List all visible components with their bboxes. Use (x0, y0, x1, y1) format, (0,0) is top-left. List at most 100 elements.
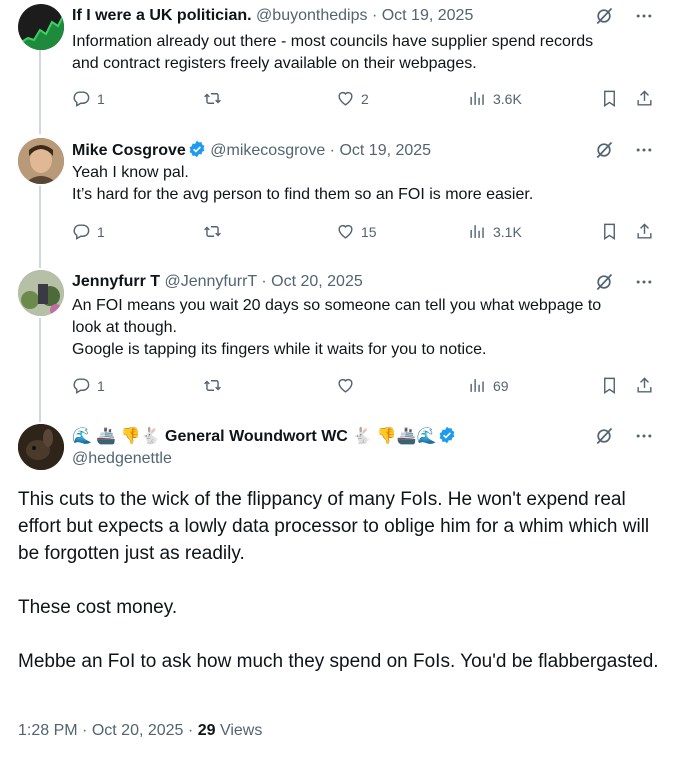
reply-count: 1 (97, 90, 105, 107)
separator: · (187, 722, 194, 739)
views-button[interactable]: 3.6K (468, 89, 522, 108)
retweet-button[interactable] (203, 222, 228, 241)
separator: · (371, 7, 378, 24)
tweet-meta: 1:28 PM · Oct 20, 2025 · 29 Views (18, 720, 262, 742)
share-button[interactable] (635, 89, 654, 108)
timestamp[interactable]: Oct 20, 2025 (271, 273, 363, 290)
paragraph: These cost money. (18, 597, 178, 618)
separator: · (82, 722, 88, 739)
separator: · (261, 273, 267, 290)
text-line: look at though. (72, 319, 177, 336)
grok-icon[interactable] (594, 140, 614, 160)
reply-tweet[interactable]: If I were a UK politician. @buyonthedips… (0, 0, 682, 120)
share-icon (635, 89, 654, 108)
grok-icon[interactable] (594, 272, 614, 292)
display-name[interactable]: General Woundwort WC (165, 428, 348, 445)
reply-tweet[interactable]: Mike Cosgrove @mikecosgrove · Oct 19, 20… (0, 138, 682, 258)
action-bar: 1 69 (72, 376, 662, 398)
main-tweet-text: This cuts to the wick of the flippancy o… (18, 486, 668, 702)
action-bar: 1 15 3.1K (72, 222, 662, 244)
retweet-icon (203, 222, 222, 241)
views-count: 69 (493, 377, 509, 394)
like-icon (336, 222, 355, 241)
display-name[interactable]: If I were a UK politician. (72, 7, 252, 24)
display-name[interactable]: Mike Cosgrove (72, 142, 186, 159)
name-emoji-suffix: 🐇 👎🚢🌊 (352, 428, 437, 445)
verified-badge-icon (188, 140, 206, 158)
views-button[interactable]: 69 (468, 376, 509, 395)
reply-icon (72, 376, 91, 395)
retweet-button[interactable] (203, 376, 228, 395)
handle[interactable]: @mikecosgrove (210, 142, 325, 159)
reply-button[interactable]: 1 (72, 89, 105, 108)
views-count: 3.1K (493, 223, 522, 240)
tweet-text: An FOI means you wait 20 days so someone… (72, 295, 652, 361)
display-name[interactable]: Jennyfurr T (72, 273, 160, 290)
views-count: 29 (197, 722, 216, 739)
separator: · (329, 142, 335, 159)
more-icon[interactable] (634, 272, 654, 292)
avatar[interactable] (18, 424, 64, 470)
reply-count: 1 (97, 377, 105, 394)
like-button[interactable]: 15 (336, 222, 377, 241)
views-button[interactable]: 3.1K (468, 222, 522, 241)
reply-icon (72, 89, 91, 108)
tweet-text: Yeah I know pal. It’s hard for the avg p… (72, 162, 652, 206)
retweet-icon (203, 376, 222, 395)
more-icon[interactable] (634, 6, 654, 26)
bookmark-icon (600, 376, 619, 395)
avatar[interactable] (18, 138, 64, 184)
text-line: Yeah I know pal. (72, 164, 189, 181)
like-button[interactable] (336, 376, 361, 395)
like-count: 2 (361, 90, 369, 107)
views-count: 3.6K (493, 90, 522, 107)
text-line: It’s hard for the avg person to find the… (72, 186, 534, 203)
handle[interactable]: @buyonthedips (256, 7, 367, 24)
text-line: Information already out there - most cou… (72, 33, 594, 50)
views-icon (468, 89, 487, 108)
timestamp[interactable]: Oct 19, 2025 (339, 142, 431, 159)
like-icon (336, 89, 355, 108)
avatar[interactable] (18, 4, 64, 50)
action-bar: 1 2 3.6K (72, 89, 662, 111)
handle[interactable]: @hedgenettle (72, 450, 172, 467)
paragraph: This cuts to the wick of the flippancy o… (18, 489, 650, 564)
like-count: 15 (361, 223, 377, 240)
bookmark-button[interactable] (600, 376, 619, 395)
share-icon (635, 222, 654, 241)
text-line: Google is tapping its fingers while it w… (72, 341, 487, 358)
views-icon (468, 222, 487, 241)
tweet-date[interactable]: Oct 20, 2025 (92, 722, 184, 739)
paragraph: Mebbe an FoI to ask how much they spend … (18, 651, 659, 672)
share-button[interactable] (635, 376, 654, 395)
verified-badge-icon (438, 426, 456, 444)
views-label: Views (219, 722, 263, 739)
bookmark-icon (600, 222, 619, 241)
reply-tweet[interactable]: Jennyfurr T @JennyfurrT · Oct 20, 2025 A… (0, 270, 682, 410)
bookmark-button[interactable] (600, 89, 619, 108)
reply-button[interactable]: 1 (72, 376, 105, 395)
share-button[interactable] (635, 222, 654, 241)
tweet-text: Information already out there - most cou… (72, 31, 652, 75)
views-icon (468, 376, 487, 395)
share-icon (635, 376, 654, 395)
like-icon (336, 376, 355, 395)
tweet-time[interactable]: 1:28 PM (18, 722, 78, 739)
more-icon[interactable] (634, 426, 654, 446)
bookmark-button[interactable] (600, 222, 619, 241)
more-icon[interactable] (634, 140, 654, 160)
grok-icon[interactable] (594, 426, 614, 446)
reply-button[interactable]: 1 (72, 222, 105, 241)
reply-count: 1 (97, 223, 105, 240)
name-emoji-prefix: 🌊 🚢 👎🐇 (72, 428, 161, 445)
like-button[interactable]: 2 (336, 89, 369, 108)
grok-icon[interactable] (594, 6, 614, 26)
handle[interactable]: @JennyfurrT (164, 273, 256, 290)
avatar[interactable] (18, 270, 64, 316)
retweet-button[interactable] (203, 89, 228, 108)
reply-icon (72, 222, 91, 241)
timestamp[interactable]: Oct 19, 2025 (382, 7, 474, 24)
text-line: An FOI means you wait 20 days so someone… (72, 297, 602, 314)
text-line: and contract registers freely available … (72, 55, 477, 72)
bookmark-icon (600, 89, 619, 108)
